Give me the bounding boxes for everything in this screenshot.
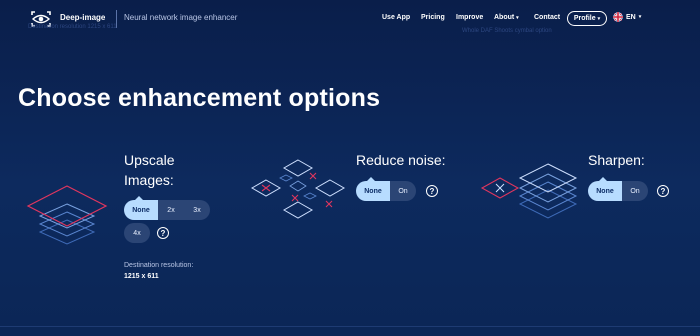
sharpen-option-on[interactable]: On bbox=[622, 181, 648, 201]
upscale-option-4x[interactable]: 4x bbox=[124, 223, 150, 243]
sharpen-option-none[interactable]: None bbox=[588, 177, 622, 201]
sharpen-label: Sharpen: bbox=[588, 152, 645, 168]
upscale-label: Upscale Images: bbox=[124, 150, 175, 190]
upscale-illustration bbox=[26, 185, 108, 245]
nav-contact[interactable]: Contact bbox=[534, 14, 560, 21]
profile-label: Profile bbox=[573, 15, 596, 22]
top-nav: Deep-image Neural network image enhancer… bbox=[0, 0, 700, 38]
nav-improve[interactable]: Improve bbox=[456, 14, 483, 21]
question-circle-icon[interactable]: ? bbox=[157, 227, 169, 239]
upscale-options-row2: 4x bbox=[124, 223, 150, 243]
upscale-option-3x[interactable]: 3x bbox=[184, 200, 210, 220]
chevron-down-icon: ▾ bbox=[516, 15, 519, 21]
noise-options: None On bbox=[356, 177, 416, 201]
chevron-down-icon: ▾ bbox=[638, 14, 642, 20]
chevron-down-icon: ▾ bbox=[597, 15, 601, 22]
noise-illustration bbox=[250, 159, 346, 219]
section-divider bbox=[0, 326, 700, 327]
nav-about-label: About bbox=[494, 14, 515, 21]
upscale-option-2x[interactable]: 2x bbox=[158, 200, 184, 220]
faded-overlay-text: Destination resolution 1215 x 611 bbox=[28, 24, 117, 30]
faded-overlay-text: Whole DAF Shoots cymbal option bbox=[462, 28, 552, 34]
upscale-options: None 2x 3x bbox=[124, 196, 210, 220]
question-circle-icon[interactable]: ? bbox=[657, 185, 669, 197]
brand-name[interactable]: Deep-image bbox=[60, 13, 105, 22]
language-label: EN bbox=[626, 13, 636, 21]
language-selector[interactable]: EN ▾ bbox=[613, 12, 641, 22]
profile-button[interactable]: Profile ▾ bbox=[567, 11, 607, 26]
nav-about[interactable]: About ▾ bbox=[494, 14, 519, 21]
upscale-label-line1: Upscale bbox=[124, 152, 175, 168]
question-circle-icon[interactable]: ? bbox=[426, 185, 438, 197]
noise-option-on[interactable]: On bbox=[390, 181, 416, 201]
reduce-noise-label: Reduce noise: bbox=[356, 152, 446, 168]
upscale-option-none[interactable]: None bbox=[124, 196, 158, 220]
destination-resolution-value: 1215 x 611 bbox=[124, 273, 159, 280]
noise-option-none[interactable]: None bbox=[356, 177, 390, 201]
sharpen-illustration bbox=[480, 163, 578, 219]
nav-use-app[interactable]: Use App bbox=[382, 14, 410, 21]
nav-pricing[interactable]: Pricing bbox=[421, 14, 445, 21]
destination-resolution-label: Destination resolution: bbox=[124, 262, 194, 269]
page-title: Choose enhancement options bbox=[18, 84, 381, 112]
sharpen-options: None On bbox=[588, 177, 648, 201]
tagline: Neural network image enhancer bbox=[124, 13, 238, 22]
upscale-label-line2: Images: bbox=[124, 172, 174, 188]
uk-flag-icon bbox=[613, 12, 623, 22]
